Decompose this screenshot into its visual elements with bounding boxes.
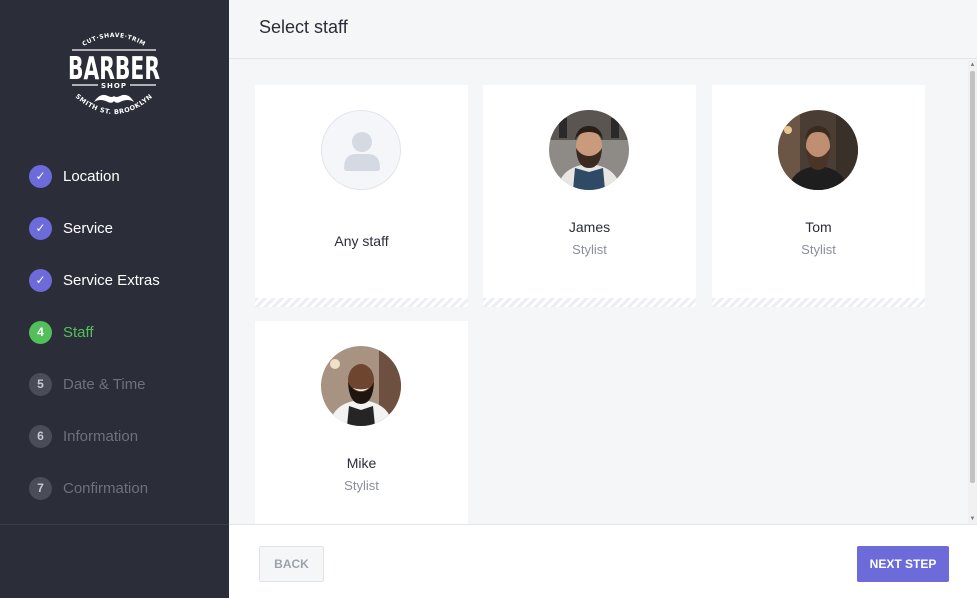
staff-card-james[interactable]: James Stylist (483, 85, 696, 307)
staff-photo-mike (321, 346, 401, 426)
step-label: Staff (63, 323, 94, 341)
mustache-icon (94, 94, 134, 103)
svg-text:SMITH ST. BROOKLYN: SMITH ST. BROOKLYN (74, 92, 154, 116)
step-staff[interactable]: 4 Staff (29, 320, 160, 344)
sidebar-divider (0, 524, 229, 525)
step-number: 5 (29, 372, 52, 396)
staff-name: Mike (346, 455, 377, 471)
content-scrollbar[interactable]: ▲ ▼ (968, 60, 977, 524)
step-label: Confirmation (63, 479, 149, 497)
step-number: 6 (29, 424, 52, 448)
staff-role: Stylist (344, 478, 379, 493)
step-confirmation: 7 Confirmation (29, 476, 160, 500)
next-step-button[interactable]: NEXT STEP (857, 546, 949, 582)
step-number: 7 (29, 476, 52, 500)
check-icon: ✓ (29, 216, 52, 240)
staff-photo-james (549, 110, 629, 190)
header: Select staff (229, 0, 977, 59)
staff-grid: Any staff James Stylist Tom Stylist Mike… (229, 60, 968, 524)
barber-shop-logo: CUT·SHAVE·TRIM BARBER SHOP SMITH ST. BRO… (68, 32, 160, 116)
check-icon: ✓ (29, 164, 52, 188)
staff-role: Stylist (572, 242, 607, 257)
staff-role: Stylist (801, 242, 836, 257)
user-placeholder-icon (321, 110, 401, 190)
step-information: 6 Information (29, 424, 160, 448)
step-service[interactable]: ✓ Service (29, 216, 160, 240)
svg-text:SHOP: SHOP (101, 82, 127, 90)
staff-name: Tom (805, 219, 832, 235)
staff-name: Any staff (334, 233, 389, 249)
staff-card-mike[interactable]: Mike Stylist (255, 321, 468, 524)
page-title: Select staff (259, 17, 348, 37)
steps-list: ✓ Location ✓ Service ✓ Service Extras 4 … (29, 164, 160, 528)
step-location[interactable]: ✓ Location (29, 164, 160, 188)
step-label: Service Extras (63, 271, 160, 289)
scroll-up-arrow-icon[interactable]: ▲ (969, 62, 976, 68)
staff-card-tom[interactable]: Tom Stylist (712, 85, 925, 307)
sidebar: CUT·SHAVE·TRIM BARBER SHOP SMITH ST. BRO… (0, 0, 229, 598)
scroll-thumb[interactable] (970, 71, 975, 483)
step-label: Location (63, 167, 120, 185)
step-number: 4 (29, 320, 52, 344)
step-label: Information (63, 427, 139, 445)
check-icon: ✓ (29, 268, 52, 292)
step-date-time: 5 Date & Time (29, 372, 160, 396)
staff-name: James (568, 219, 611, 235)
staff-card-any[interactable]: Any staff (255, 85, 468, 307)
scroll-down-arrow-icon[interactable]: ▼ (969, 516, 976, 522)
svg-text:CUT·SHAVE·TRIM: CUT·SHAVE·TRIM (81, 32, 147, 48)
step-label: Service (63, 219, 114, 237)
step-label: Date & Time (63, 375, 146, 393)
back-button[interactable]: BACK (259, 546, 324, 582)
footer: BACK NEXT STEP (229, 524, 977, 598)
step-service-extras[interactable]: ✓ Service Extras (29, 268, 160, 292)
staff-photo-tom (778, 110, 858, 190)
